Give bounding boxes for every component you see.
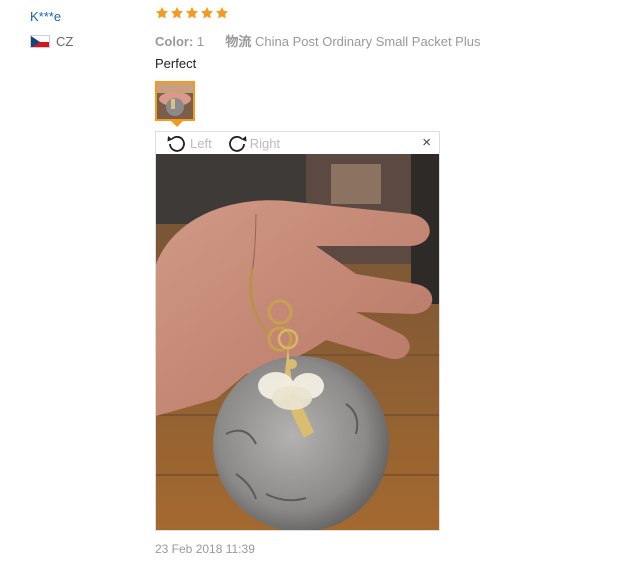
- order-info: Color: 1 物流 China Post Ordinary Small Pa…: [155, 31, 480, 50]
- rotate-left-label: Left: [190, 135, 212, 151]
- star-rating: [155, 6, 229, 20]
- review-photo-image: [156, 154, 439, 530]
- review-card: K***e CZ Color: 1 物流 China Post Ordinary…: [0, 0, 643, 565]
- review-text: Perfect: [155, 56, 197, 71]
- reviewer-country: CZ: [30, 34, 73, 49]
- shipping-key: 物流: [225, 34, 252, 49]
- rotate-right-label: Right: [249, 135, 281, 151]
- rotate-left-button[interactable]: Left: [166, 133, 212, 153]
- close-viewer-button[interactable]: ×: [422, 135, 431, 151]
- reviewer-name[interactable]: K***e: [30, 9, 61, 24]
- star-icon: [185, 6, 199, 20]
- review-photo-thumbnail[interactable]: [155, 81, 195, 121]
- color-key: Color:: [155, 34, 194, 49]
- viewer-toolbar: Left Right ×: [156, 132, 439, 154]
- rotate-right-icon: [228, 136, 247, 152]
- photo-viewer: Left Right ×: [155, 131, 440, 531]
- photo-thumbnail-image: [157, 83, 193, 119]
- star-icon: [200, 6, 214, 20]
- star-icon: [215, 6, 229, 20]
- country-code: CZ: [56, 34, 74, 49]
- review-date: 23 Feb 2018 11:39: [155, 542, 255, 556]
- shipping-value: China Post Ordinary Small Packet Plus: [255, 34, 481, 49]
- rotate-right-button[interactable]: Right: [226, 133, 280, 153]
- review-photo: [156, 154, 439, 530]
- thumbnail-pointer: [171, 121, 183, 127]
- rotate-left-icon: [167, 136, 185, 152]
- star-icon: [170, 6, 184, 20]
- star-icon: [155, 6, 169, 20]
- color-value: 1: [196, 34, 205, 49]
- czech-flag-icon: [30, 35, 50, 48]
